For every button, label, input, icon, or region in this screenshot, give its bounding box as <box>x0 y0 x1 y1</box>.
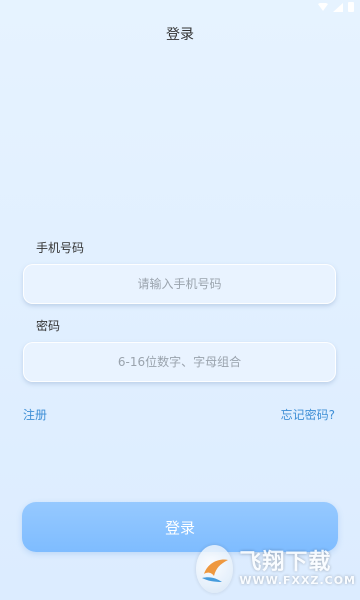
status-icons <box>318 0 354 14</box>
register-link[interactable]: 注册 <box>23 406 47 423</box>
forgot-password-link[interactable]: 忘记密码? <box>281 406 335 423</box>
status-bar <box>0 0 360 14</box>
password-field[interactable] <box>23 341 336 383</box>
phone-label: 手机号码 <box>36 241 85 255</box>
password-label: 密码 <box>36 319 61 333</box>
battery-icon <box>348 2 354 12</box>
signal-icon <box>333 2 343 12</box>
watermark-text: 飞翔下载 WWW.FXXZ.COM <box>239 549 356 588</box>
wifi-icon <box>318 3 328 11</box>
phone-field[interactable] <box>23 263 336 305</box>
password-input[interactable] <box>23 341 336 383</box>
watermark-url: WWW.FXXZ.COM <box>239 574 356 588</box>
watermark-name: 飞翔下载 <box>239 549 332 575</box>
watermark: 飞翔下载 WWW.FXXZ.COM <box>196 540 356 598</box>
page-title: 登录 <box>166 27 194 43</box>
phone-input[interactable] <box>23 263 336 305</box>
fxxz-logo-icon <box>196 545 234 593</box>
